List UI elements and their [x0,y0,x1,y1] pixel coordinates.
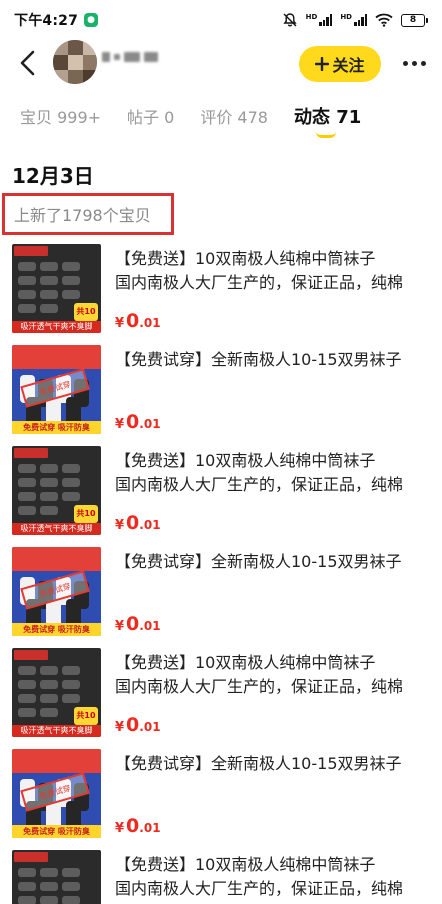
item-description: 国内南极人大厂生产的，保证正品，纯棉 [115,475,404,494]
product-thumbnail[interactable] [12,850,101,904]
item-title: 【免费试穿】全新南极人10-15双男袜子 [115,754,402,773]
item-title: 【免费试穿】全新南极人10-15双男袜子 [115,552,402,571]
battery-icon: 8 [401,13,428,27]
product-thumbnail[interactable]: 免费试穿 免费试穿 吸汗防臭 [12,345,101,434]
follow-button[interactable]: 关注 [299,46,381,82]
feed-date: 12月3日 [12,164,94,188]
item-title: 【免费送】10双南极人纯棉中筒袜子 [115,249,376,268]
username-blurred [102,52,158,62]
product-thumbnail[interactable]: 共10双 吸汗透气干爽不臭脚 [12,244,101,333]
product-thumbnail[interactable]: 共10双 吸汗透气干爽不臭脚 [12,648,101,737]
item-description: 国内南极人大厂生产的，保证正品，纯棉 [115,879,404,898]
more-dots-icon [402,60,408,66]
follow-label: 关注 [332,58,365,75]
status-time: 下午4:27 [14,13,79,29]
app-notification-icon: ● [84,13,99,27]
item-title: 【免费试穿】全新南极人10-15双男袜子 [115,350,402,369]
product-thumbnail[interactable]: 免费试穿 免费试穿 吸汗防臭 [12,749,101,838]
new-items-summary-text: 上新了1798个宝贝 [14,206,151,225]
tab-posts[interactable]: 帖子 0 [127,96,174,140]
battery-level: 8 [401,13,425,27]
product-thumbnail[interactable]: 共10双 吸汗透气干爽不臭脚 [12,446,101,535]
signal-hd1-icon: HD [306,14,333,26]
list-item[interactable]: 免费试穿 免费试穿 吸汗防臭 【免费试穿】全新南极人10-15双男袜子 ¥0.0… [0,542,442,640]
list-item[interactable]: 共10双 吸汗透气干爽不臭脚 【免费送】10双南极人纯棉中筒袜子 国内南极人大厂… [0,643,442,741]
item-price: ¥0.01 [115,411,161,433]
item-price: ¥0.01 [115,815,161,837]
item-price: ¥0.01 [115,613,161,635]
item-title: 【免费送】10双南极人纯棉中筒袜子 [115,451,376,470]
list-item[interactable]: 共10双 吸汗透气干爽不臭脚 【免费送】10双南极人纯棉中筒袜子 国内南极人大厂… [0,441,442,539]
new-items-summary: 上新了1798个宝贝 [2,193,174,235]
more-button[interactable] [398,52,430,74]
plus-icon [315,57,330,71]
item-price: ¥0.01 [115,512,161,534]
item-title: 【免费送】10双南极人纯棉中筒袜子 [115,653,376,672]
item-price: ¥0.01 [115,310,161,332]
list-item[interactable]: 【免费送】10双南极人纯棉中筒袜子 国内南极人大厂生产的，保证正品，纯棉 [0,845,442,904]
item-description: 国内南极人大厂生产的，保证正品，纯棉 [115,677,404,696]
back-button[interactable] [14,49,42,77]
status-icons: HD HD 8 [282,12,428,28]
list-item[interactable]: 共10双 吸汗透气干爽不臭脚 【免费送】10双南极人纯棉中筒袜子 国内南极人大厂… [0,239,442,337]
signal-hd2-icon: HD [340,14,367,26]
tab-items[interactable]: 宝贝 999+ [20,96,101,140]
tab-reviews[interactable]: 评价 478 [200,96,268,140]
tab-activity[interactable]: 动态 71 [294,96,361,140]
mute-bell-icon [283,13,297,27]
avatar[interactable] [53,40,97,84]
status-bar: 下午4:27 ● HD HD 8 [0,0,442,40]
item-description: 国内南极人大厂生产的，保证正品，纯棉 [115,273,404,292]
list-item[interactable]: 免费试穿 免费试穿 吸汗防臭 【免费试穿】全新南极人10-15双男袜子 ¥0.0… [0,744,442,842]
back-arrow-icon [20,50,35,76]
item-title: 【免费送】10双南极人纯棉中筒袜子 [115,855,376,874]
shop-header: 关注 [0,40,442,86]
active-tab-indicator [315,132,336,138]
product-thumbnail[interactable]: 免费试穿 免费试穿 吸汗防臭 [12,547,101,636]
tab-activity-label: 动态 71 [293,107,362,128]
wifi-icon [375,13,393,27]
shop-tabs: 宝贝 999+ 帖子 0 评价 478 动态 71 [0,96,442,140]
list-item[interactable]: 免费试穿 免费试穿 吸汗防臭 【免费试穿】全新南极人10-15双男袜子 ¥0.0… [0,340,442,438]
item-price: ¥0.01 [115,714,161,736]
